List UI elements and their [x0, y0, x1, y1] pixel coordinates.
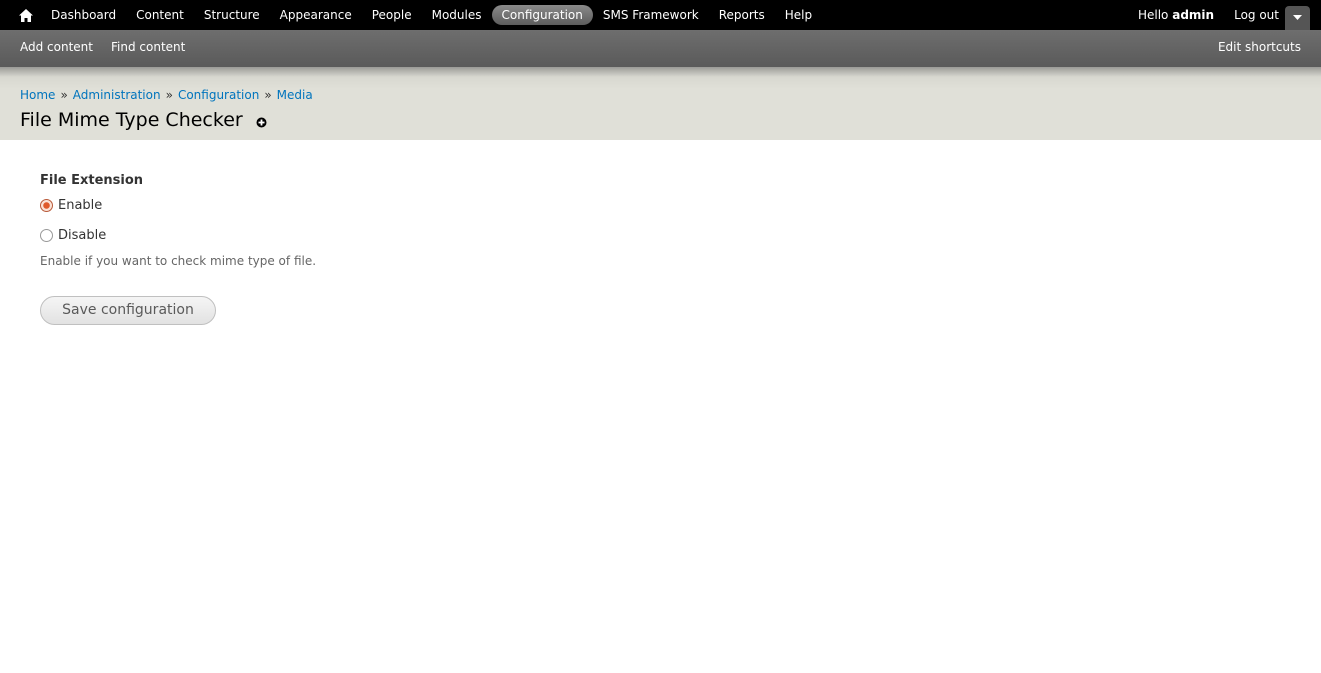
- admin-menu: Dashboard Content Structure Appearance P…: [41, 0, 822, 30]
- breadcrumb-configuration[interactable]: Configuration: [178, 88, 259, 102]
- menu-item-sms-framework[interactable]: SMS Framework: [593, 5, 709, 25]
- menu-item-content[interactable]: Content: [126, 5, 194, 25]
- breadcrumb: Home » Administration » Configuration » Media: [20, 88, 313, 102]
- menu-item-reports[interactable]: Reports: [709, 5, 775, 25]
- field-description: Enable if you want to check mime type of…: [40, 254, 317, 268]
- radio-enable-label[interactable]: Enable: [58, 198, 102, 213]
- page-title: File Mime Type Checker: [20, 109, 243, 131]
- shortcut-add-content[interactable]: Add content: [10, 40, 101, 54]
- greeting-prefix: Hello: [1137, 8, 1169, 22]
- page-header: Home» Administration» Configuration» Media …: [0, 67, 1321, 140]
- breadcrumb-home[interactable]: Home: [20, 88, 55, 102]
- shortcut-find-content[interactable]: Find content: [101, 40, 193, 54]
- user-greeting: Hello admin: [1138, 8, 1214, 22]
- shortcuts-drawer-toggle[interactable]: [1285, 6, 1310, 30]
- breadcrumb-separator: »: [264, 88, 272, 102]
- menu-item-configuration[interactable]: Configuration: [491, 5, 593, 25]
- file-extension-label: File Extension: [40, 173, 144, 188]
- menu-item-dashboard[interactable]: Dashboard: [41, 5, 126, 25]
- save-configuration-button[interactable]: Save configuration: [40, 296, 216, 325]
- radio-disable[interactable]: Disable: [40, 228, 106, 243]
- menu-item-people[interactable]: People: [362, 5, 422, 25]
- admin-toolbar: Dashboard Content Structure Appearance P…: [0, 0, 1321, 30]
- radio-disable-input[interactable]: [40, 229, 53, 242]
- shortcut-links: Add content Find content: [10, 30, 193, 64]
- radio-disable-label[interactable]: Disable: [58, 228, 106, 243]
- username[interactable]: admin: [1172, 8, 1214, 22]
- logout-link[interactable]: Log out: [1234, 8, 1279, 22]
- radio-enable[interactable]: Enable: [40, 198, 102, 213]
- breadcrumb-administration[interactable]: Administration: [73, 88, 161, 102]
- chevron-down-icon: [1293, 15, 1302, 20]
- home-icon[interactable]: [19, 8, 33, 22]
- user-area: Hello admin Log out: [1138, 0, 1279, 30]
- menu-item-structure[interactable]: Structure: [194, 5, 270, 25]
- breadcrumb-media[interactable]: Media: [277, 88, 313, 102]
- page-title-wrap: File Mime Type Checker: [20, 109, 267, 131]
- menu-item-appearance[interactable]: Appearance: [270, 5, 362, 25]
- breadcrumb-separator: »: [60, 88, 68, 102]
- edit-shortcuts-link[interactable]: Edit shortcuts: [1218, 30, 1301, 64]
- menu-item-modules[interactable]: Modules: [422, 5, 492, 25]
- radio-enable-input[interactable]: [40, 199, 53, 212]
- add-shortcut-icon[interactable]: [256, 117, 267, 128]
- breadcrumb-separator: »: [165, 88, 173, 102]
- menu-item-help[interactable]: Help: [775, 5, 822, 25]
- shortcuts-bar: Add content Find content Edit shortcuts: [0, 30, 1321, 67]
